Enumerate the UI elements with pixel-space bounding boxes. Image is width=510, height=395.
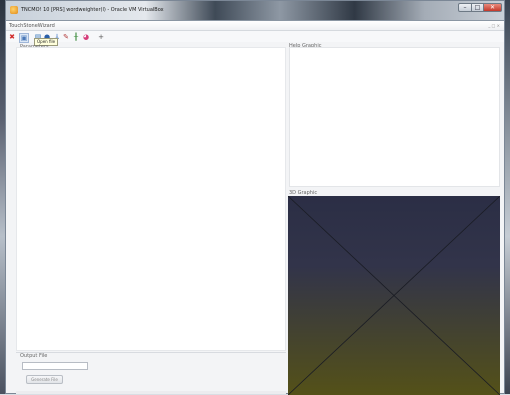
window-titlebar[interactable]: TNCMO! 10 [PRS] wordweighter(l) - Oracle…: [6, 1, 504, 21]
desktop-background-right: [505, 0, 510, 394]
grid-glyph: ╫: [73, 33, 79, 41]
toolbar: ✖ ▣ ▤ ● ⅄ ✎ ╫ ◕ +: [6, 31, 504, 43]
pie-glyph: ◕: [82, 33, 90, 41]
generate-file-button[interactable]: Generate File: [26, 375, 63, 384]
open-file-icon[interactable]: ▣: [19, 33, 29, 43]
graphic-3d-viewport[interactable]: [288, 196, 500, 395]
panel-divider: [16, 352, 286, 353]
parameters-panel[interactable]: [16, 47, 286, 351]
virtualbox-icon: [10, 6, 18, 14]
grid-icon[interactable]: ╫: [72, 33, 80, 41]
pie-icon[interactable]: ◕: [82, 33, 90, 41]
app-title: TouchStoneWizard: [9, 23, 55, 29]
add-icon[interactable]: +: [97, 33, 105, 41]
window-title: TNCMO! 10 [PRS] wordweighter(l) - Oracle…: [21, 7, 164, 13]
open-file-glyph: ▣: [20, 34, 28, 42]
output-file-input[interactable]: [22, 362, 88, 370]
app-window-controls[interactable]: _ □ ×: [488, 23, 500, 28]
close-button[interactable]: ✕: [483, 3, 502, 12]
application-window: TNCMO! 10 [PRS] wordweighter(l) - Oracle…: [5, 0, 505, 395]
viewport-placeholder-cross: [288, 196, 500, 395]
help-graphic-panel: [289, 47, 500, 187]
app-titlebar: TouchStoneWizard _ □ ×: [6, 21, 504, 31]
output-file-label: Output File: [20, 353, 48, 359]
close-file-icon[interactable]: ✖: [8, 33, 16, 41]
close-file-glyph: ✖: [9, 33, 15, 41]
pen-glyph: ✎: [63, 33, 69, 41]
pen-icon[interactable]: ✎: [62, 33, 70, 41]
add-glyph: +: [98, 33, 104, 41]
minimize-button[interactable]: –: [458, 3, 472, 12]
